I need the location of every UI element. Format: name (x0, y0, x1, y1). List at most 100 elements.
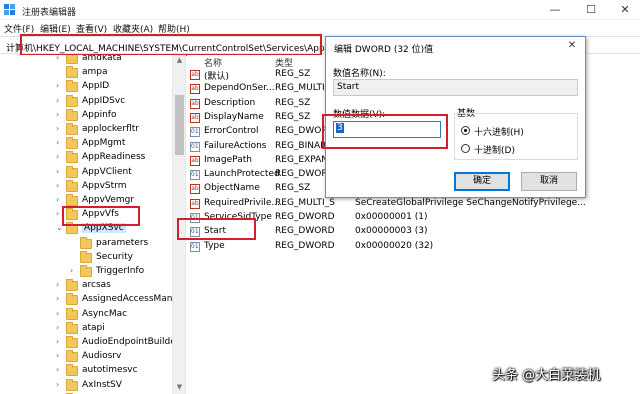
highlight-data-input (322, 114, 448, 149)
value-data: 0x00000001 (1) (355, 212, 428, 222)
tree-item[interactable]: › AssignedAccessManag (56, 293, 184, 307)
chevron-icon[interactable]: › (56, 380, 64, 389)
tree-item-label[interactable]: TriggerInfo (96, 266, 144, 276)
ok-button[interactable]: 确定 (454, 172, 510, 191)
tree-item[interactable]: › amdkata (56, 55, 176, 66)
value-name[interactable]: FailureActions (204, 141, 267, 151)
tree-item[interactable]: ampa (56, 66, 176, 80)
chevron-icon[interactable]: › (56, 280, 64, 289)
tree-item-label[interactable]: AsyncMac (82, 309, 127, 319)
tree-item[interactable]: › AppvStrm (56, 179, 176, 194)
tree-item-label[interactable]: ampa (82, 67, 108, 77)
chevron-icon[interactable]: › (56, 124, 64, 133)
tree-item-label[interactable]: AppReadiness (82, 152, 145, 162)
tree-item[interactable]: › atapi (56, 321, 176, 336)
tree-item-label[interactable]: amdkata (82, 55, 122, 63)
radio-hex-icon[interactable] (461, 126, 470, 135)
cancel-button[interactable]: 取消 (521, 172, 577, 191)
tree-item-label[interactable]: AppvStrm (82, 181, 126, 191)
chevron-icon[interactable]: › (56, 323, 64, 332)
tree-item[interactable]: › AppReadiness (56, 151, 176, 165)
tree-item[interactable]: › AppID (56, 80, 176, 94)
folder-icon (66, 307, 78, 320)
tree-item[interactable]: › applockerfltr (56, 123, 176, 137)
value-name[interactable]: DisplayName (204, 112, 264, 122)
chevron-icon[interactable]: › (56, 337, 64, 346)
watermark-text: 头条 @大白菜装机 (492, 368, 601, 383)
radio-dec-label[interactable]: 十进制(D) (474, 143, 515, 156)
chevron-icon[interactable]: › (56, 167, 64, 176)
chevron-icon[interactable]: › (56, 55, 64, 62)
chevron-icon[interactable]: › (56, 351, 64, 360)
tree-item-label[interactable]: AppID (82, 81, 109, 91)
chevron-icon[interactable]: › (56, 110, 64, 119)
value-name[interactable]: ObjectName (204, 183, 260, 193)
value-row[interactable]: 011 Type REG_DWORD 0x00000020 (32) (187, 240, 640, 254)
tree-item-label[interactable]: AssignedAccessManag (82, 294, 184, 304)
string-value-icon: ab (190, 155, 200, 166)
chevron-icon[interactable]: › (56, 195, 64, 204)
tree-item-label[interactable]: autotimesvc (82, 365, 138, 375)
tree-item[interactable]: › Audiosrv (56, 350, 176, 364)
string-value-icon: ab (190, 84, 200, 95)
tree-item-label[interactable]: AppIDSvc (82, 96, 125, 106)
tree-item[interactable]: › AudioEndpointBuilder (56, 336, 179, 350)
value-name[interactable]: LaunchProtected (204, 169, 280, 179)
tree-item-label[interactable]: AppMgmt (82, 138, 125, 148)
tree-item[interactable]: parameters (70, 236, 185, 251)
tree-item-label[interactable]: AxInstSV (82, 380, 122, 390)
tree-item-label[interactable]: arcsas (82, 280, 111, 290)
value-row[interactable]: ab RequiredPrivile... REG_MULTI_S SeCreateG… (187, 197, 640, 211)
value-name[interactable]: Type (204, 241, 225, 251)
tree-item-label[interactable]: Security (96, 252, 133, 262)
chevron-icon[interactable]: › (56, 365, 64, 374)
value-name[interactable]: (默认) (204, 69, 229, 82)
folder-icon (66, 336, 78, 348)
minimize-button[interactable]: — (544, 2, 566, 18)
tree-item[interactable]: › AppVClient (56, 165, 176, 180)
value-type: REG_SZ (275, 97, 311, 108)
tree-item[interactable]: › AppMgmt (56, 137, 176, 151)
chevron-icon[interactable]: › (56, 309, 64, 318)
chevron-icon[interactable]: › (56, 138, 64, 147)
dialog-close-icon[interactable]: ✕ (565, 39, 579, 53)
chevron-icon[interactable]: › (56, 181, 64, 190)
scroll-up-icon[interactable]: ▲ (175, 56, 184, 66)
radio-hex-label[interactable]: 十六进制(H) (474, 125, 524, 138)
scroll-thumb[interactable] (175, 95, 184, 155)
value-type: REG_DWORD (275, 226, 335, 237)
chevron-icon[interactable]: › (56, 294, 64, 303)
tree-item[interactable]: › TriggerInfo (70, 265, 185, 279)
value-name[interactable]: DependOnSer... (204, 83, 275, 93)
tree-item-label[interactable]: AudioEndpointBuilder (82, 337, 179, 347)
tree-item-label[interactable]: parameters (96, 238, 148, 248)
value-name[interactable]: RequiredPrivile... (204, 198, 280, 208)
value-name[interactable]: ImagePath (204, 155, 252, 165)
tree-item-label[interactable]: applockerfltr (82, 124, 139, 134)
chevron-icon[interactable]: › (56, 81, 64, 90)
tree-item-label[interactable]: Audiosrv (82, 351, 121, 361)
value-name[interactable]: Description (204, 98, 255, 108)
chevron-icon[interactable]: › (70, 266, 78, 275)
tree-item[interactable]: Security (70, 250, 185, 265)
tree-item[interactable]: › AsyncMac (56, 307, 176, 322)
folder-icon (66, 194, 78, 206)
tree-item[interactable]: › autotimesvc (56, 364, 176, 378)
tree-item-label[interactable]: atapi (82, 323, 105, 333)
tree-item[interactable]: › Appinfo (56, 108, 176, 123)
tree-item-label[interactable]: AppVClient (82, 167, 132, 177)
chevron-icon[interactable]: › (56, 96, 64, 105)
radio-dec-icon[interactable] (461, 144, 470, 153)
maximize-button[interactable]: ☐ (580, 2, 602, 18)
close-button[interactable]: ✕ (614, 2, 636, 18)
tree-item-label[interactable]: AppvVemgr (82, 195, 134, 205)
title-bar[interactable]: 注册表编辑器 — ☐ ✕ (0, 0, 640, 20)
value-name[interactable]: ErrorControl (204, 126, 258, 136)
tree-item[interactable]: › AppIDSvc (56, 94, 176, 109)
chevron-icon[interactable]: › (56, 152, 64, 161)
scroll-down-icon[interactable]: ▼ (175, 383, 184, 393)
tree-item[interactable]: › arcsas (56, 279, 176, 293)
tree-item-label[interactable]: Appinfo (82, 110, 116, 120)
value-type: REG_DWORD (275, 240, 335, 251)
tree-item[interactable]: › AxInstSV (56, 378, 176, 393)
